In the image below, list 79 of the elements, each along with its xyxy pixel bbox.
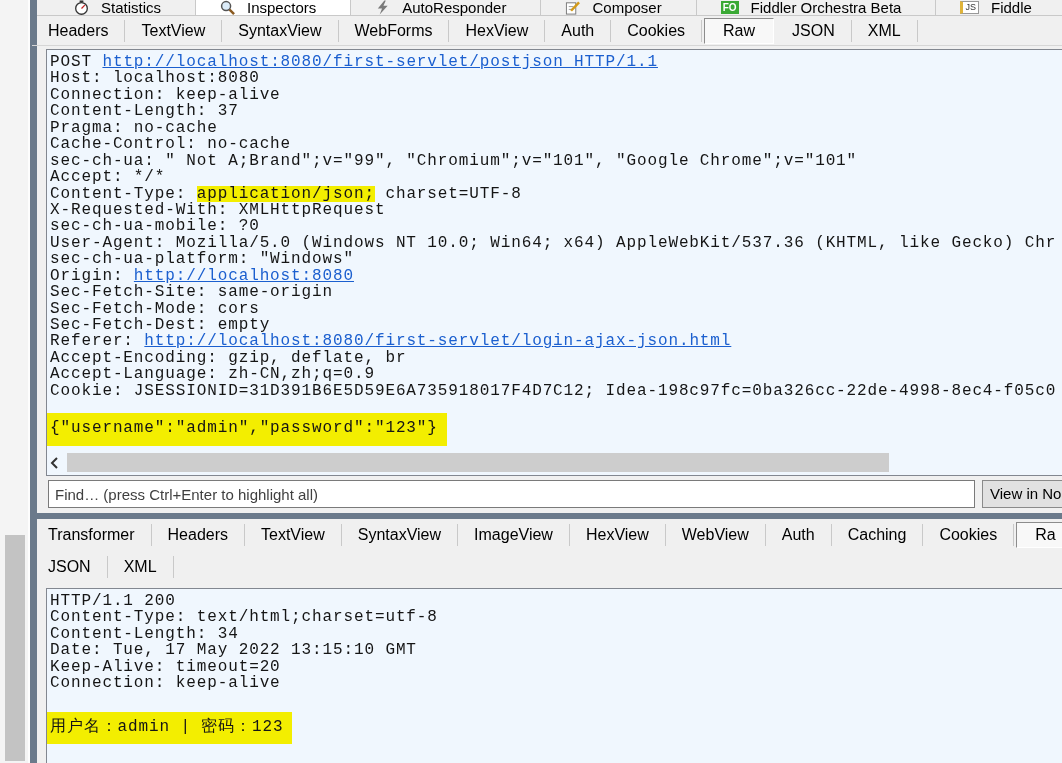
header-line: Connection: keep-alive [50,675,282,692]
view-tab[interactable]: Transformer [32,524,152,546]
url-link[interactable]: http://localhost:8080 [133,266,354,285]
magnifier-icon [220,0,235,15]
view-tab[interactable]: WebForms [338,19,450,42]
view-tab[interactable]: SyntaxView [341,524,459,546]
main-tab[interactable]: JS Fiddle [936,0,1062,15]
view-tab[interactable]: HexView [569,524,666,546]
body-text: {"username":"admin","password":"123"} [47,413,447,446]
header-line: Sec-Fetch-Mode: cors [50,300,261,317]
chevron-left-icon[interactable] [50,456,59,469]
view-tab[interactable]: Raw [704,17,775,44]
header-line: sec-ch-ua: " Not A;Brand";v="99", "Chromium";v="101", "Google Chrome";v="101" [50,152,859,170]
view-tab[interactable]: WebView [665,524,766,546]
main-tab[interactable]: Composer [541,0,697,15]
view-tab[interactable]: SyntaxView [222,19,339,42]
main-tab[interactable]: FO Fiddler Orchestra Beta [696,0,937,15]
header-line: Referer: http://localhost:8080/first-servlet/login-ajax-json.html [50,333,733,350]
header-line: Cache-Control: no-cache [50,136,292,153]
notepad-pencil-icon [565,0,581,15]
view-tab[interactable]: Cookies [923,524,1015,546]
view-tab[interactable]: ImageView [458,524,570,546]
scrollbar-thumb[interactable] [67,453,889,472]
tab-label: Inspectors [247,0,317,15]
view-tab[interactable]: Headers [151,524,245,546]
tab-label: AutoResponder [402,0,507,15]
header-line: Sec-Fetch-Dest: empty [50,317,271,334]
view-tab[interactable]: Cookies [611,19,703,42]
script-file-logo: JS [960,1,979,14]
scrollbar-thumb[interactable] [5,535,25,761]
view-in-button[interactable]: View in No [982,480,1062,508]
tab-label: Fiddler Orchestra Beta [750,0,902,15]
view-tab[interactable]: Caching [831,524,924,546]
view-tab[interactable]: XML [851,19,918,42]
header-line: User-Agent: Mozilla/5.0 (Windows NT 10.0; Win64; x64) AppleWebKit/537.36 (KHTML, like Gecko) Chr [50,234,1058,252]
header-line: Accept-Encoding: gzip, deflate, br [50,349,408,367]
header-line: Cookie: JSESSIONID=31D391B6E5D59E6A735918017F4D7C12; Idea-198c97fc=0ba326cc-22de-4998-8ec4-f05c0 [50,382,1058,400]
main-tab[interactable]: AutoResponder [351,0,542,15]
tab-label: Fiddle [991,0,1032,15]
header-line: Pragma: no-cache [50,119,218,137]
request-line: POST http://localhost:8080/first-servlet/postjson HTTP/1.1 [50,54,659,71]
url-link[interactable]: http://localhost:8080/first-servlet/login-ajax-json.html [144,332,732,351]
url-link[interactable]: http://localhost:8080/first-servlet/postjson HTTP/1.1 [102,53,658,71]
header-line: Accept: */* [50,169,167,186]
view-tab[interactable]: JSON [32,556,108,578]
header-line: Content-Type: application/json; charset=UTF-8 [50,185,523,202]
header-line: sec-ch-ua-mobile: ?0 [50,218,260,235]
header-line: Date: Tue, 17 May 2022 13:15:10 GMT [50,642,418,659]
header-line: Accept-Language: zh-CN,zh;q=0.9 [50,366,376,383]
tab-label: Composer [592,0,662,15]
view-tab[interactable]: Auth [765,524,832,546]
view-tab[interactable]: TextView [125,19,223,42]
view-tab[interactable]: HexView [449,19,546,42]
header-line: Connection: keep-alive [50,86,282,104]
header-line: Host: localhost:8080 [50,70,260,87]
header-line: Content-Length: 37 [50,103,239,120]
tab-label: Statistics [101,0,161,15]
header-line: Content-Length: 34 [50,625,240,643]
app-logo: FO [720,1,739,14]
find-field[interactable]: Find… (press Ctrl+Enter to highlight all) [48,480,975,508]
header-line: Origin: http://localhost:8080 [50,267,355,285]
pane-splitter[interactable] [37,513,1062,519]
header-line: Sec-Fetch-Site: same-origin [50,284,333,301]
stopwatch-icon [74,0,89,15]
view-tab[interactable]: Headers [32,19,126,42]
header-line: sec-ch-ua-platform: "Windows" [50,251,354,268]
view-tab[interactable]: Auth [545,19,612,42]
body-text: 用户名：admin | 密码：123 [47,711,293,745]
view-tab[interactable]: XML [107,556,174,578]
header-line: Keep-Alive: timeout=20 [50,658,282,676]
main-tab[interactable]: Statistics [50,0,196,15]
status-line: HTTP/1.1 200 [50,593,177,610]
view-tab[interactable]: TextView [245,524,342,546]
pane-splitter[interactable] [30,0,37,763]
view-tab[interactable]: JSON [776,19,852,42]
header-line: Content-Type: text/html;charset=utf-8 [50,609,439,626]
main-tab[interactable]: Inspectors [196,0,352,15]
header-line: X-Requested-With: XMLHttpRequest [50,201,387,219]
view-tab[interactable]: Ra [1016,522,1062,548]
